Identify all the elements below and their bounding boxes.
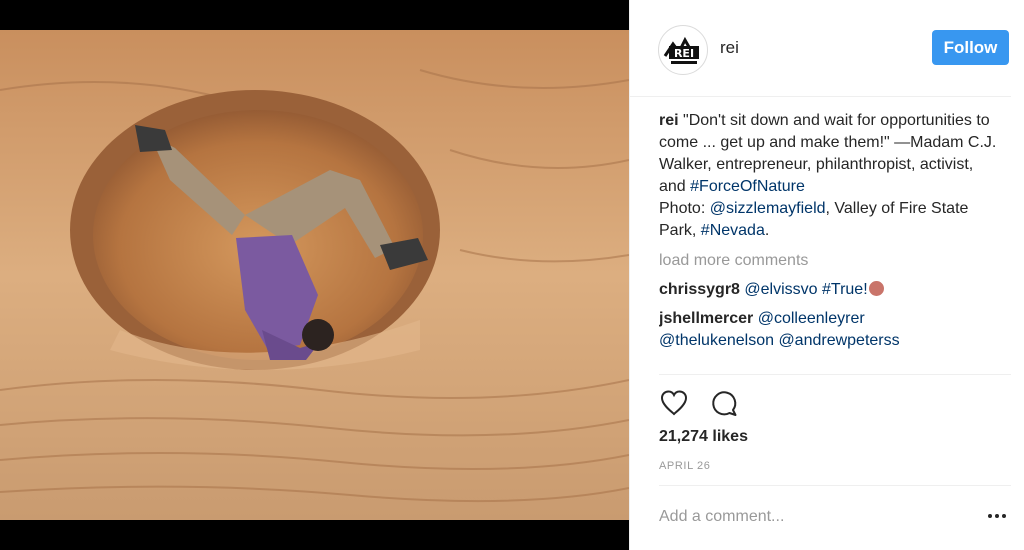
mention-link[interactable]: @andrewpeterss [778,332,899,349]
post-media [0,0,629,550]
hashtag-link[interactable]: #Nevada [701,222,765,239]
post-photo[interactable] [0,30,629,520]
comment-author[interactable]: jshellmercer [659,310,753,327]
likes-count[interactable]: 21,274 likes [659,428,748,446]
more-options-icon[interactable] [986,505,1008,527]
mention-link[interactable]: @sizzlemayfield [710,200,826,217]
comment-item: jshellmercer @colleenleyrer @thelukenels… [659,308,999,352]
add-comment-input[interactable] [659,503,969,531]
load-more-comments[interactable]: load more comments [659,250,999,272]
mention-link[interactable]: @colleenleyrer [758,310,865,327]
post-sidebar: REI rei Follow rei "Don't sit down and w… [629,0,1024,550]
emoji-icon [868,281,884,296]
comment-icon[interactable] [709,388,739,418]
comments-list: rei "Don't sit down and wait for opportu… [659,110,999,372]
comment-item: chrissygr8 @elvissvo #True! [659,279,999,301]
avatar[interactable]: REI [658,25,708,75]
hashtag-link[interactable]: #True! [822,281,868,298]
header-username[interactable]: rei [720,38,739,58]
caption-text: . [764,222,770,239]
divider [659,485,1011,486]
heart-icon[interactable] [659,388,689,418]
caption-author[interactable]: rei [659,112,679,129]
post-header: REI rei Follow [630,0,1011,97]
follow-button[interactable]: Follow [932,30,1009,65]
post-caption: rei "Don't sit down and wait for opportu… [659,110,999,242]
mention-link[interactable]: @elvissvo [744,281,817,298]
comment-author[interactable]: chrissygr8 [659,281,740,298]
action-bar [659,388,755,418]
post-date[interactable]: APRIL 26 [659,460,710,472]
svg-text:REI: REI [674,47,694,60]
divider [659,374,1011,375]
rei-logo-icon: REI [663,36,699,64]
mention-link[interactable]: @thelukenelson [659,332,774,349]
hashtag-link[interactable]: #ForceOfNature [690,178,805,195]
caption-text: Photo: [659,200,710,217]
